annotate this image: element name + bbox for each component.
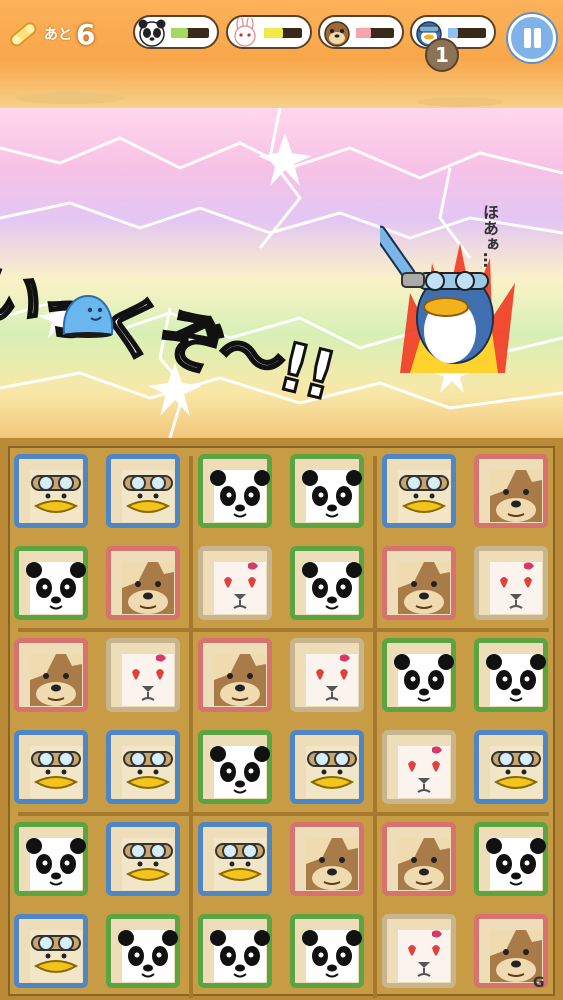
panda-face-icon [26, 838, 86, 890]
penguin-face-icon [30, 470, 82, 522]
penguin-gauge-fill [448, 28, 458, 38]
tile-panda[interactable] [290, 914, 364, 988]
panda-face-icon [302, 930, 362, 982]
tile-tanuki[interactable] [14, 638, 88, 712]
rabbit-gauge [226, 15, 312, 49]
puzzle-board [0, 438, 563, 1000]
tanuki-gauge-fill [356, 28, 372, 38]
tanuki-face-icon [306, 838, 358, 890]
tile-grid [10, 448, 557, 998]
tile-tanuki[interactable] [198, 638, 272, 712]
rabbit-face-icon [398, 746, 450, 798]
board-frame [8, 446, 557, 998]
top-hud: あと 6 1 [0, 0, 563, 108]
tile-panda[interactable] [474, 638, 548, 712]
tile-rabbit[interactable] [382, 730, 456, 804]
tanuki-face-icon [30, 654, 82, 706]
tanuki-face-icon [122, 562, 174, 614]
rabbit-face-icon [490, 562, 542, 614]
penguin-face-icon [122, 746, 174, 798]
battle-scene: いっくぞ〜!! ほあぁ… [0, 108, 563, 438]
tanuki-face-icon [324, 21, 350, 47]
tile-tanuki[interactable] [382, 546, 456, 620]
rabbit-face-icon [306, 654, 358, 706]
penguin-face-icon [122, 838, 174, 890]
panda-face-icon [394, 654, 454, 706]
tile-penguin[interactable] [14, 730, 88, 804]
tile-panda[interactable] [198, 454, 272, 528]
tanuki-face-icon [490, 470, 542, 522]
pause-button[interactable] [508, 14, 556, 62]
tile-panda[interactable] [382, 638, 456, 712]
bandage-icon [10, 22, 37, 47]
tile-penguin[interactable] [382, 454, 456, 528]
watermark-logo: G [533, 975, 545, 991]
tile-rabbit[interactable] [474, 546, 548, 620]
tile-rabbit[interactable] [290, 638, 364, 712]
tile-tanuki[interactable] [382, 822, 456, 896]
tile-tanuki[interactable] [106, 546, 180, 620]
tile-penguin[interactable] [14, 454, 88, 528]
tile-panda[interactable] [290, 546, 364, 620]
penguin-face-icon [30, 930, 82, 982]
tanuki-gauge [318, 15, 404, 49]
tile-penguin[interactable] [106, 730, 180, 804]
moves-label: あと [44, 27, 72, 43]
panda-face-icon [302, 562, 362, 614]
panda-face-icon [486, 838, 546, 890]
panda-face-icon [26, 562, 86, 614]
tile-penguin[interactable] [198, 822, 272, 896]
panda-gauge-fill [171, 28, 189, 38]
panda-face-icon [210, 746, 270, 798]
board-divider [18, 812, 549, 816]
panda-face-icon [118, 930, 178, 982]
tile-rabbit[interactable] [198, 546, 272, 620]
tile-panda[interactable] [474, 822, 548, 896]
tile-penguin[interactable] [106, 822, 180, 896]
rabbit-face-icon [122, 654, 174, 706]
board-divider [18, 628, 549, 632]
penguin-face-icon [214, 838, 266, 890]
moves-counter: あと 6 [6, 14, 98, 54]
board-divider [373, 456, 377, 998]
rabbit-gauge-fill [264, 28, 283, 38]
panda-face-icon [210, 470, 270, 522]
panda-face-icon [486, 654, 546, 706]
moves-count: 6 [76, 17, 96, 51]
tile-penguin[interactable] [14, 914, 88, 988]
panda-face-icon [138, 19, 166, 47]
tile-penguin[interactable] [290, 730, 364, 804]
penguin-boss[interactable] [380, 203, 520, 378]
boss-voice-text: ほあぁ… [480, 204, 499, 268]
tile-panda[interactable] [106, 914, 180, 988]
rabbit-face-icon [234, 18, 256, 47]
penguin-face-icon [306, 746, 358, 798]
tile-panda[interactable] [290, 454, 364, 528]
board-divider [189, 456, 193, 998]
tile-penguin[interactable] [474, 730, 548, 804]
panda-face-icon [210, 930, 270, 982]
tile-rabbit[interactable] [106, 638, 180, 712]
tile-panda[interactable] [198, 730, 272, 804]
tile-tanuki[interactable] [474, 454, 548, 528]
tanuki-face-icon [398, 562, 450, 614]
penguin-face-icon [122, 470, 174, 522]
rabbit-face-icon [214, 562, 266, 614]
panda-gauge [133, 15, 219, 49]
tile-tanuki[interactable] [290, 822, 364, 896]
tile-penguin[interactable] [106, 454, 180, 528]
tile-panda[interactable] [14, 546, 88, 620]
penguin-face-icon [490, 746, 542, 798]
tile-rabbit[interactable] [382, 914, 456, 988]
tanuki-face-icon [398, 838, 450, 890]
penguin-face-icon [398, 470, 450, 522]
penguin-face-icon [30, 746, 82, 798]
tile-panda[interactable] [14, 822, 88, 896]
combo-badge: 1 [425, 38, 459, 72]
rabbit-face-icon [398, 930, 450, 982]
tanuki-face-icon [214, 654, 266, 706]
panda-face-icon [302, 470, 362, 522]
tile-panda[interactable] [198, 914, 272, 988]
blue-slime-enemy[interactable] [60, 292, 116, 340]
